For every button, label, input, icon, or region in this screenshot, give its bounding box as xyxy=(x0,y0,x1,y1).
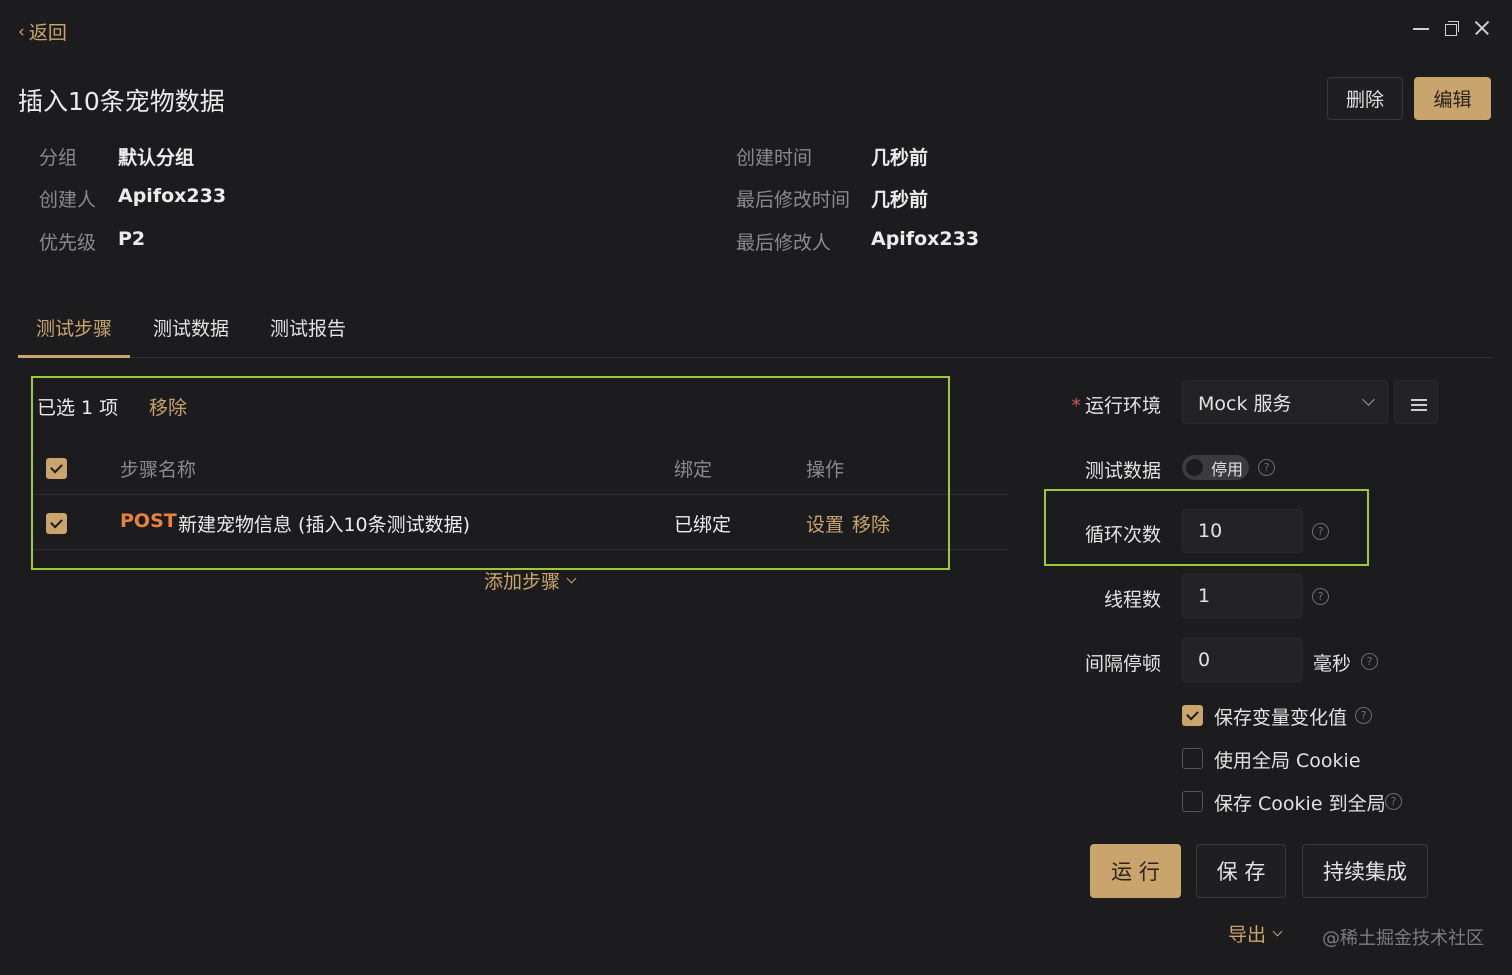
window-controls xyxy=(1413,20,1489,36)
env-select-value: Mock 服务 xyxy=(1198,392,1292,415)
env-menu-button[interactable] xyxy=(1394,380,1438,424)
watermark: @稀土掘金技术社区 xyxy=(1322,928,1484,949)
test-data-label: 测试数据 xyxy=(1084,460,1161,482)
env-label-text: 运行环境 xyxy=(1084,395,1161,417)
active-tab-indicator xyxy=(18,355,130,358)
save-cookie-label[interactable]: 保存 Cookie 到全局 xyxy=(1214,789,1386,816)
back-link[interactable]: ‹ 返回 xyxy=(18,18,67,45)
tab-test-report[interactable]: 测试报告 xyxy=(270,314,346,341)
chevron-down-icon xyxy=(566,573,577,584)
global-cookie-checkbox[interactable] xyxy=(1182,748,1203,769)
edit-button[interactable]: 编辑 xyxy=(1414,77,1491,120)
help-icon[interactable]: ? xyxy=(1258,459,1275,476)
creator-value: Apifox233 xyxy=(118,185,227,207)
chevron-left-icon: ‹ xyxy=(18,21,25,42)
created-label: 创建时间 xyxy=(736,147,813,169)
group-value: 默认分组 xyxy=(118,147,195,169)
modified-label: 最后修改时间 xyxy=(736,189,851,211)
created-value: 几秒前 xyxy=(871,147,929,169)
toggle-knob xyxy=(1186,459,1203,476)
help-icon[interactable]: ? xyxy=(1312,588,1329,605)
page-title: 插入10条宠物数据 xyxy=(18,87,225,116)
menu-icon xyxy=(1411,399,1427,401)
priority-value: P2 xyxy=(118,228,146,250)
add-step-button[interactable]: 添加步骤 xyxy=(484,567,577,594)
chevron-down-icon xyxy=(1272,926,1283,937)
save-button[interactable]: 保 存 xyxy=(1196,844,1286,898)
toggle-label: 停用 xyxy=(1211,459,1244,479)
tab-test-data[interactable]: 测试数据 xyxy=(153,314,229,341)
help-icon[interactable]: ? xyxy=(1361,653,1378,670)
priority-label: 优先级 xyxy=(39,232,97,254)
close-icon[interactable] xyxy=(1473,20,1489,36)
run-button[interactable]: 运 行 xyxy=(1090,844,1181,898)
modifier-value: Apifox233 xyxy=(871,228,980,250)
chevron-down-icon xyxy=(1362,393,1375,406)
save-cookie-checkbox[interactable] xyxy=(1182,791,1203,812)
help-icon[interactable]: ? xyxy=(1385,793,1402,810)
export-label: 导出 xyxy=(1228,924,1267,946)
interval-input[interactable]: 0 xyxy=(1182,638,1303,682)
interval-unit: 毫秒 xyxy=(1313,653,1352,675)
back-label: 返回 xyxy=(28,22,67,44)
group-label: 分组 xyxy=(39,147,78,169)
minimize-icon[interactable] xyxy=(1413,20,1429,36)
save-vars-label[interactable]: 保存变量变化值 xyxy=(1214,703,1347,730)
threads-input[interactable]: 1 xyxy=(1182,574,1303,618)
env-select[interactable]: Mock 服务 xyxy=(1182,380,1388,424)
test-data-toggle[interactable]: 停用 xyxy=(1182,455,1249,480)
ci-button[interactable]: 持续集成 xyxy=(1302,844,1428,898)
threads-label: 线程数 xyxy=(1103,589,1161,611)
env-label: * 运行环境 xyxy=(1041,391,1161,418)
delete-button[interactable]: 删除 xyxy=(1327,77,1403,120)
restore-icon[interactable] xyxy=(1443,20,1459,36)
modifier-label: 最后修改人 xyxy=(736,232,832,254)
save-vars-checkbox[interactable] xyxy=(1182,705,1203,726)
highlight-box-steps xyxy=(31,376,950,570)
interval-label: 间隔停顿 xyxy=(1084,653,1161,675)
highlight-box-loop xyxy=(1044,489,1369,566)
creator-label: 创建人 xyxy=(39,189,97,211)
modified-value: 几秒前 xyxy=(871,189,929,211)
help-icon[interactable]: ? xyxy=(1355,707,1372,724)
required-mark: * xyxy=(1071,395,1081,417)
global-cookie-label[interactable]: 使用全局 Cookie xyxy=(1214,746,1361,773)
tabs-divider xyxy=(18,357,1492,358)
tab-test-steps[interactable]: 测试步骤 xyxy=(36,314,112,341)
add-step-label: 添加步骤 xyxy=(484,571,561,593)
export-button[interactable]: 导出 xyxy=(1228,920,1283,947)
